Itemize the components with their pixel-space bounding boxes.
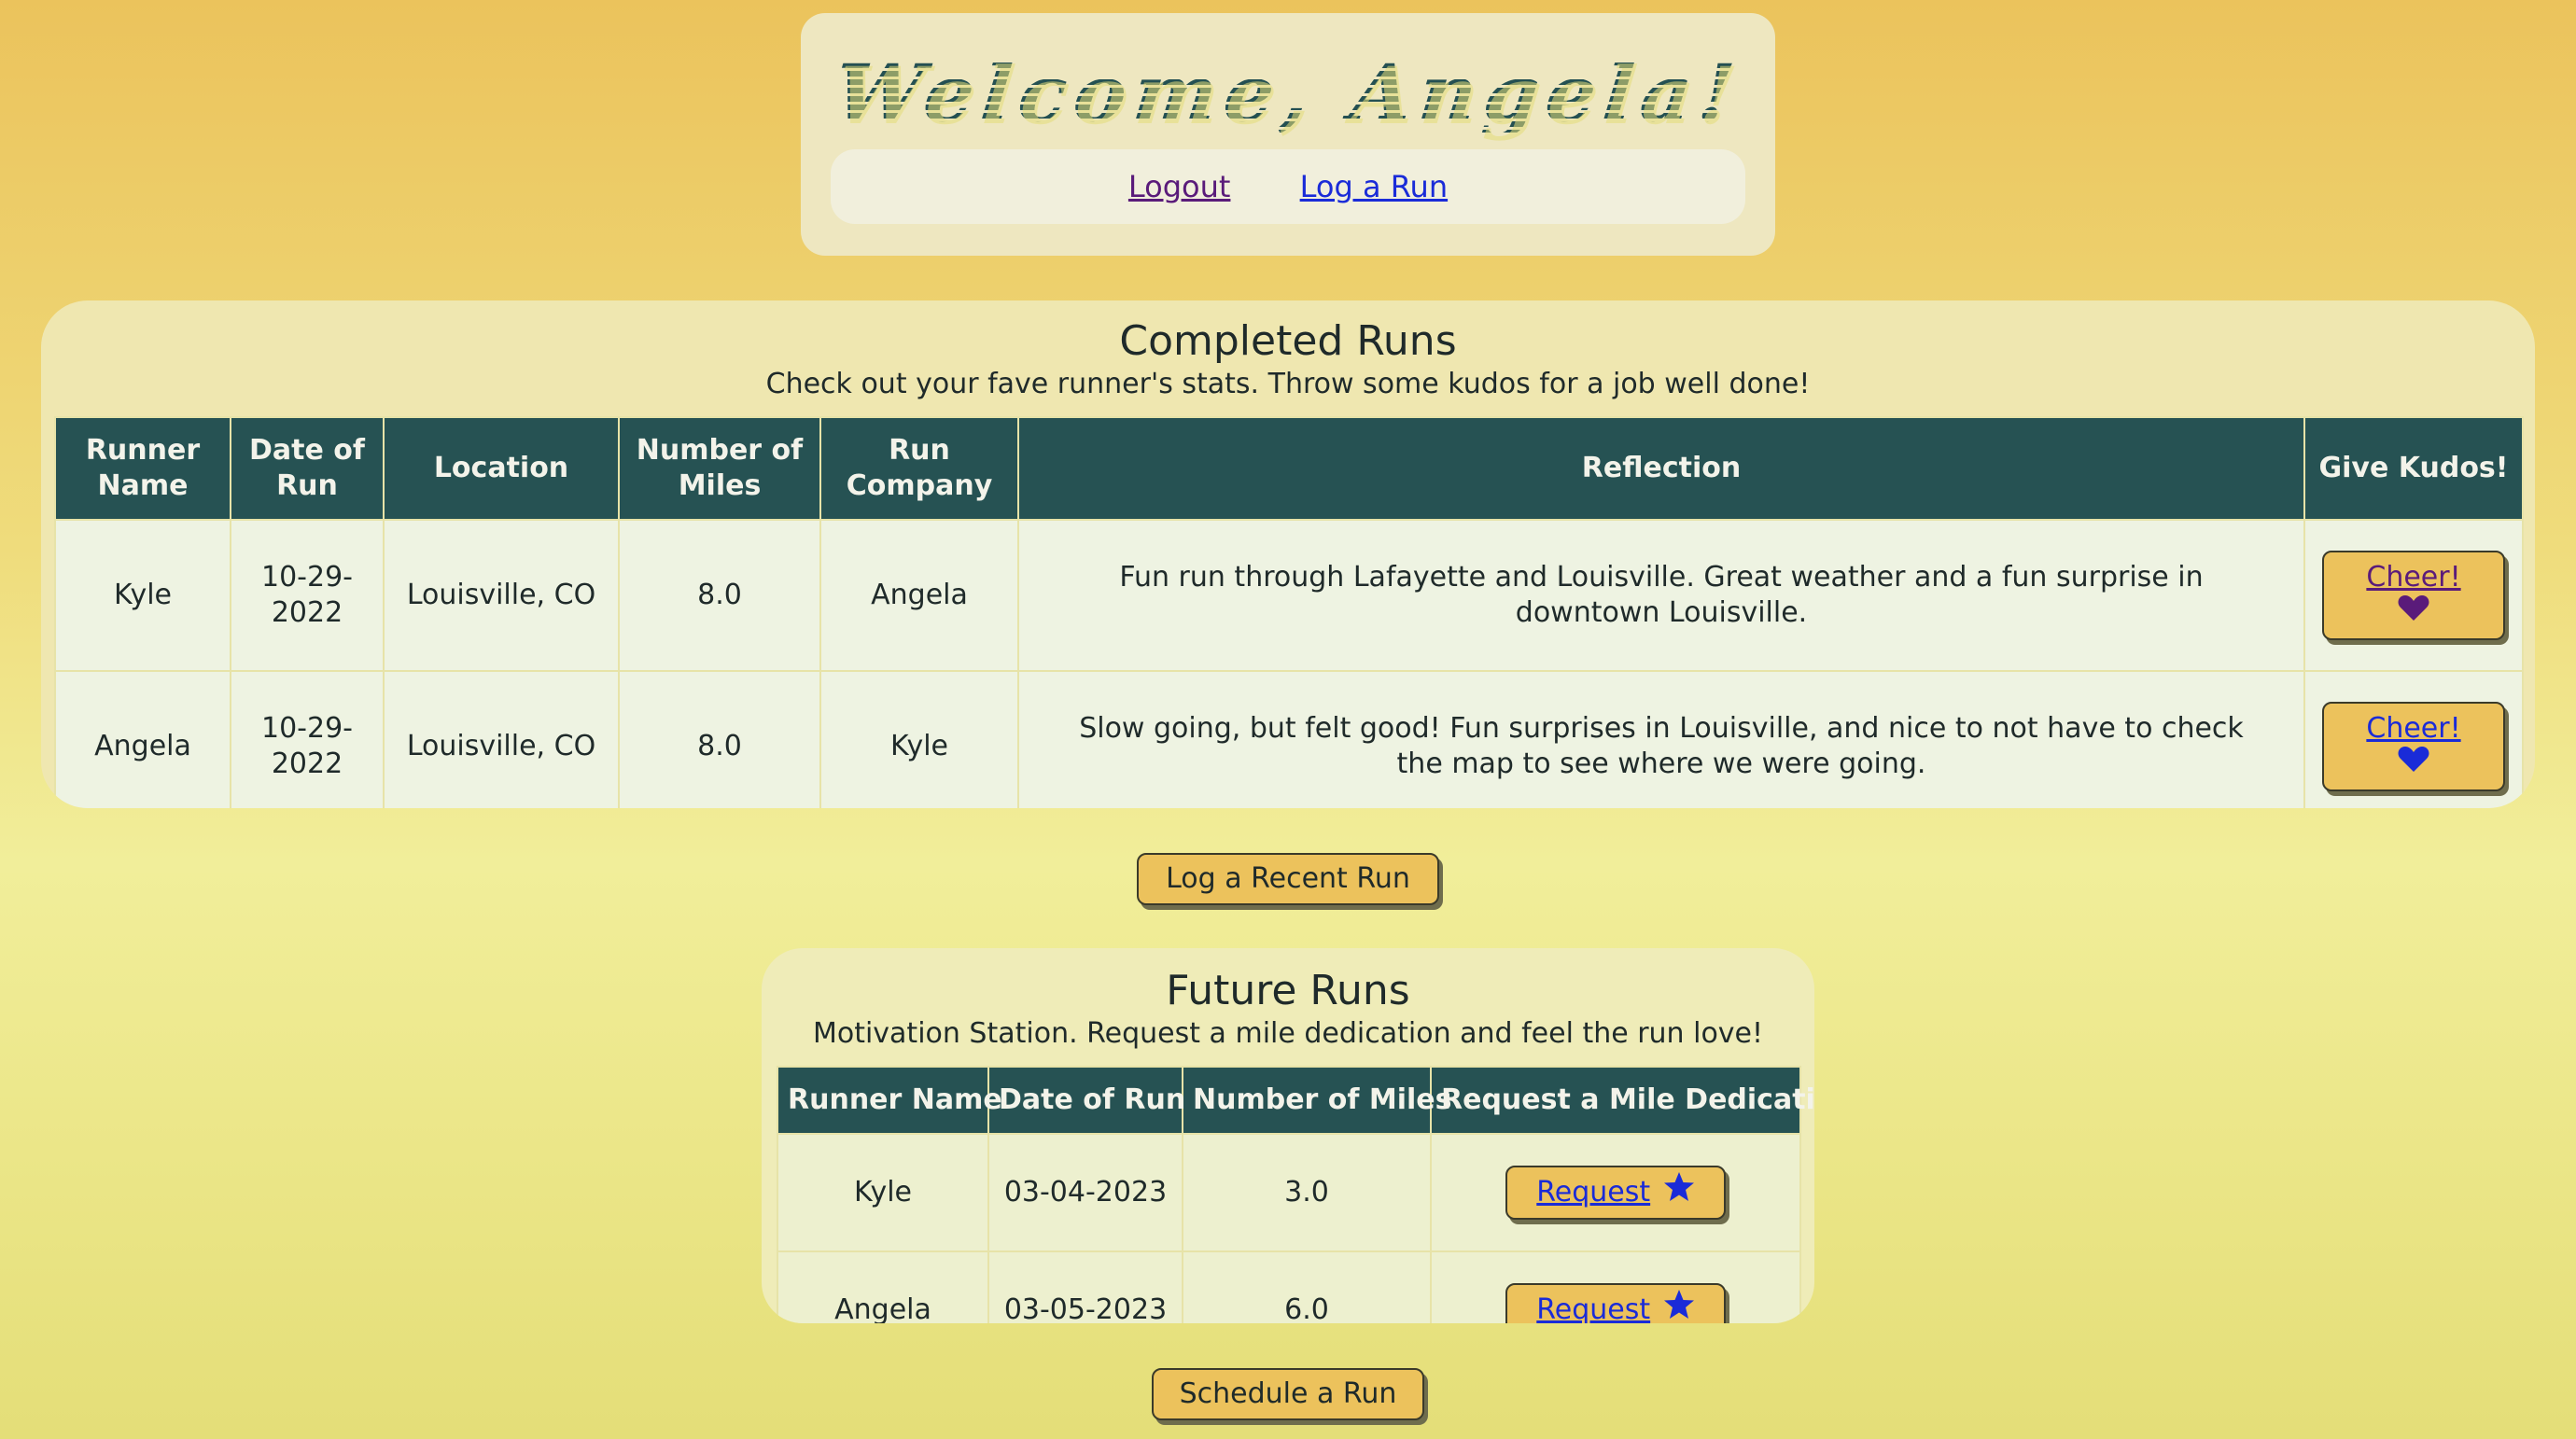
- reflection-cell: Fun run through Lafayette and Louisville…: [1017, 519, 2305, 672]
- header-card: Welcome, Angela! Logout Log a Run: [801, 13, 1775, 256]
- run-company-cell: Kyle: [819, 670, 1019, 808]
- request-dedication-button[interactable]: Request: [1505, 1166, 1726, 1220]
- runner-name-cell: Angela: [777, 1250, 989, 1323]
- completed-runs-table: Runner Name Date of Run Location Number …: [54, 416, 2524, 808]
- location-cell: Louisville, CO: [383, 519, 620, 672]
- kudos-cell: Cheer!: [2303, 519, 2524, 672]
- runner-name-cell: Angela: [54, 670, 231, 808]
- table-row: Kyle 03-04-2023 3.0 Request: [777, 1133, 1801, 1252]
- column-header: Number of Miles: [618, 416, 821, 521]
- runner-name-cell: Kyle: [54, 519, 231, 672]
- table-header-row: Runner Name Date of Run Number of Miles …: [777, 1066, 1814, 1135]
- star-icon: [1663, 1287, 1695, 1319]
- miles-cell: 6.0: [1182, 1250, 1432, 1323]
- miles-cell: 3.0: [1182, 1133, 1432, 1252]
- reflection-cell: Slow going, but felt good! Fun surprises…: [1017, 670, 2305, 808]
- welcome-title: Welcome, Angela!: [797, 47, 1780, 139]
- table-row: Angela 03-05-2023 6.0 Request: [777, 1250, 1801, 1323]
- column-header: Request a Mile Dedication: [1430, 1066, 1814, 1135]
- heart-icon: [2398, 594, 2429, 622]
- future-runs-subtitle: Motivation Station. Request a mile dedic…: [812, 1017, 1764, 1050]
- column-header: Number of Miles: [1182, 1066, 1452, 1135]
- column-header: Date of Run: [230, 416, 385, 521]
- miles-cell: 8.0: [618, 519, 821, 672]
- log-recent-run-button[interactable]: Log a Recent Run: [1137, 853, 1439, 905]
- column-header: Runner Name: [777, 1066, 1002, 1135]
- cheer-label: Cheer!: [2366, 712, 2461, 745]
- column-header: Reflection: [1017, 416, 2305, 521]
- column-header: Run Company: [819, 416, 1019, 521]
- cheer-label: Cheer!: [2366, 561, 2461, 594]
- logout-link[interactable]: Logout: [1128, 169, 1231, 204]
- nav-bar: Logout Log a Run: [831, 149, 1745, 224]
- cheer-button[interactable]: Cheer!: [2322, 551, 2505, 640]
- table-row: Kyle 10-29-2022 Louisville, CO 8.0 Angel…: [54, 519, 2524, 672]
- request-label: Request: [1536, 1176, 1651, 1208]
- column-header: Location: [383, 416, 620, 521]
- column-header: Date of Run: [987, 1066, 1185, 1135]
- request-label: Request: [1536, 1293, 1651, 1323]
- log-a-run-link[interactable]: Log a Run: [1300, 169, 1448, 204]
- location-cell: Louisville, CO: [383, 670, 620, 808]
- table-row: Angela 10-29-2022 Louisville, CO 8.0 Kyl…: [54, 670, 2524, 808]
- request-dedication-button[interactable]: Request: [1505, 1283, 1726, 1323]
- completed-runs-subtitle: Check out your fave runner's stats. Thro…: [765, 368, 1811, 400]
- table-header-row: Runner Name Date of Run Location Number …: [54, 416, 2524, 521]
- date-cell: 10-29-2022: [230, 519, 385, 672]
- future-runs-card: Future Runs Motivation Station. Request …: [762, 948, 1814, 1323]
- date-cell: 03-05-2023: [987, 1250, 1183, 1323]
- heart-icon: [2398, 745, 2429, 773]
- completed-runs-card: Completed Runs Check out your fave runne…: [41, 300, 2535, 808]
- request-cell: Request: [1430, 1250, 1801, 1323]
- date-cell: 03-04-2023: [987, 1133, 1183, 1252]
- future-runs-title: Future Runs: [1166, 967, 1410, 1014]
- cheer-button[interactable]: Cheer!: [2322, 702, 2505, 791]
- column-header: Runner Name: [54, 416, 231, 521]
- runner-name-cell: Kyle: [777, 1133, 989, 1252]
- star-icon: [1663, 1169, 1695, 1201]
- miles-cell: 8.0: [618, 670, 821, 808]
- date-cell: 10-29-2022: [230, 670, 385, 808]
- run-company-cell: Angela: [819, 519, 1019, 672]
- column-header: Give Kudos!: [2303, 416, 2524, 521]
- future-runs-table: Runner Name Date of Run Number of Miles …: [777, 1066, 1814, 1323]
- schedule-run-button[interactable]: Schedule a Run: [1152, 1368, 1424, 1420]
- completed-runs-title: Completed Runs: [1119, 317, 1457, 365]
- request-cell: Request: [1430, 1133, 1801, 1252]
- kudos-cell: Cheer!: [2303, 670, 2524, 808]
